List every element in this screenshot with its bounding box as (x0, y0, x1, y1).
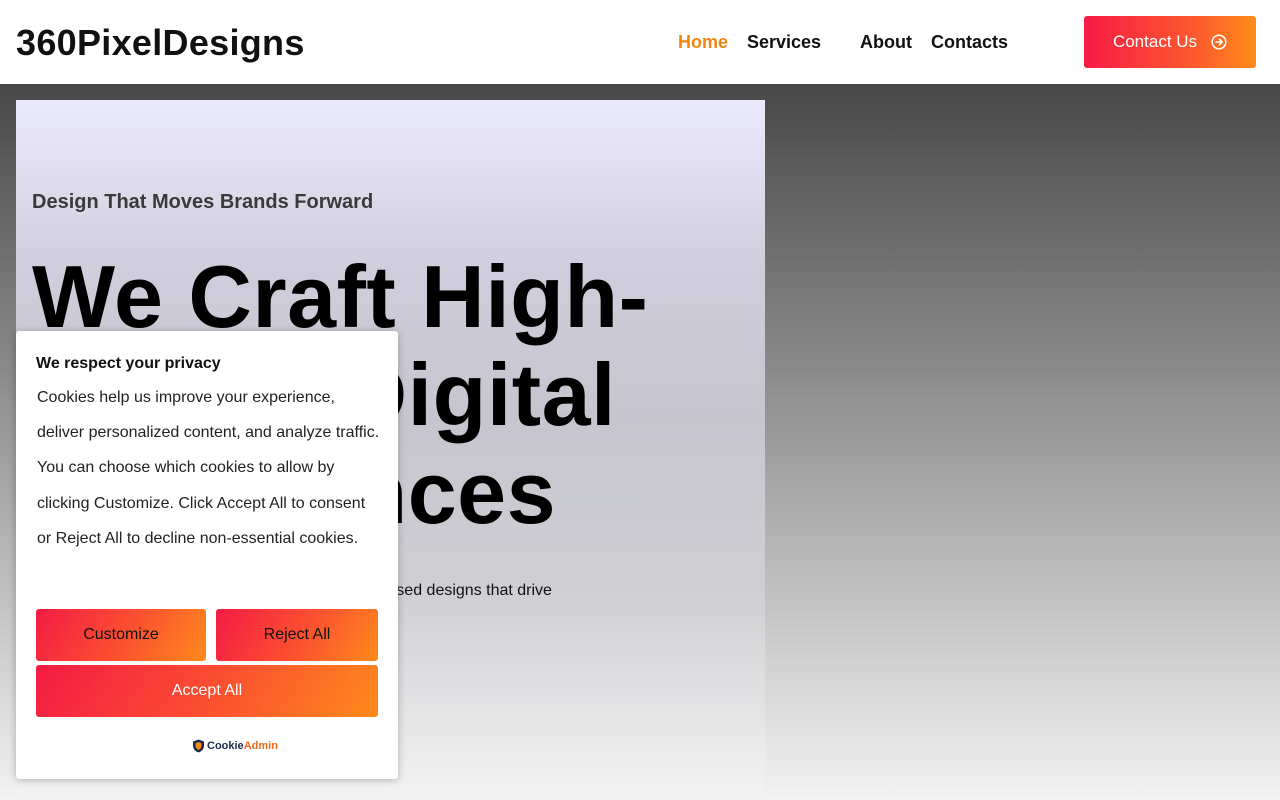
arrow-circle-right-icon (1211, 34, 1227, 50)
site-header: 360PixelDesigns Home Services About Cont… (0, 0, 1280, 84)
shield-icon (193, 739, 204, 753)
nav-about[interactable]: About (860, 32, 912, 53)
cookieadmin-logo[interactable]: Cookie Admin (192, 739, 278, 753)
site-logo[interactable]: 360PixelDesigns (16, 22, 305, 64)
cookie-consent-dialog: We respect your privacy Cookies help us … (16, 331, 398, 779)
contact-us-label: Contact Us (1112, 32, 1198, 51)
customize-button[interactable]: Customize (36, 609, 206, 661)
reject-all-button[interactable]: Reject All (216, 609, 378, 661)
nav-services[interactable]: Services (747, 32, 821, 53)
contact-us-button[interactable]: Contact Us (1084, 16, 1256, 68)
cookie-title: We respect your privacy (36, 355, 221, 372)
nav-contacts[interactable]: Contacts (931, 32, 1008, 53)
hero-tagline: Design That Moves Brands Forward (32, 191, 374, 213)
cookieadmin-text-admin: Admin (243, 740, 278, 752)
cookie-text: Cookies help us improve your experience,… (37, 389, 380, 547)
cookieadmin-text-cookie: Cookie (207, 740, 244, 752)
accept-all-button[interactable]: Accept All (36, 665, 378, 717)
nav-home[interactable]: Home (678, 32, 728, 53)
